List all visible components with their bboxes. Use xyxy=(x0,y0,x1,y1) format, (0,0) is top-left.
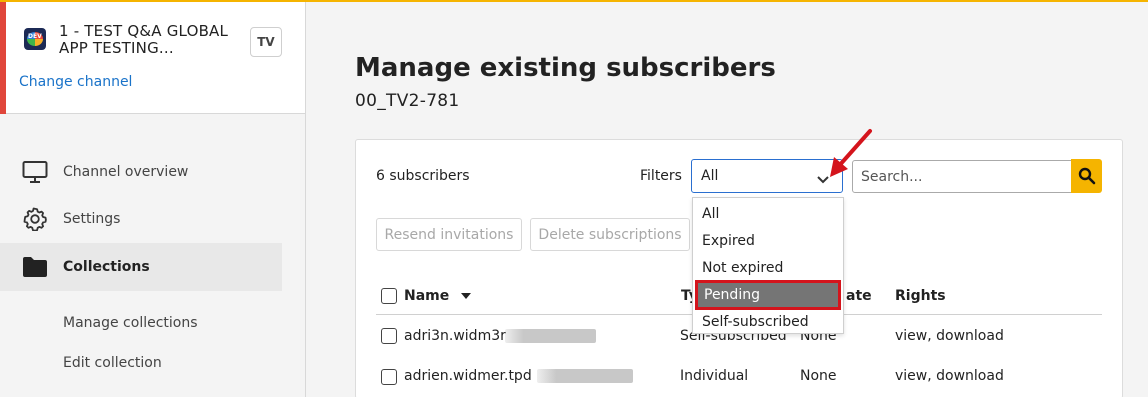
filter-option-all[interactable]: All xyxy=(693,200,843,227)
monitor-icon xyxy=(22,159,48,185)
subscriber-count: 6 subscribers xyxy=(376,168,470,184)
nav-item-channel-overview[interactable]: Channel overview xyxy=(0,148,282,196)
row-checkbox[interactable] xyxy=(381,328,397,344)
column-header-rights[interactable]: Rights xyxy=(895,288,946,304)
filter-option-self-subscribed[interactable]: Self-subscribed xyxy=(693,308,843,335)
search-button[interactable] xyxy=(1071,159,1102,193)
filter-option-not-expired[interactable]: Not expired xyxy=(693,254,843,281)
column-header-date[interactable]: ate xyxy=(846,288,872,304)
row-type: Individual xyxy=(680,368,749,384)
sub-item-edit-collection[interactable]: Edit collection xyxy=(63,355,162,371)
nav-item-collections[interactable]: Collections xyxy=(0,243,282,291)
channel-accent-bar xyxy=(0,2,6,114)
filters-label: Filters xyxy=(640,168,682,184)
channel-name: 1 - TEST Q&A GLOBAL APP TESTING... xyxy=(59,22,229,57)
filter-dropdown-list: All Expired Not expired Pending Self-sub… xyxy=(692,197,844,334)
row-checkbox[interactable] xyxy=(381,369,397,385)
filter-select-value: All xyxy=(701,168,719,184)
row-name: adrien.widmer.tpd xyxy=(404,368,532,384)
sort-down-icon xyxy=(461,293,472,299)
channel-logo-text: DEV xyxy=(28,33,42,40)
redacted-text xyxy=(505,329,596,343)
sub-item-manage-collections[interactable]: Manage collections xyxy=(63,315,198,331)
channel-type-badge: TV xyxy=(250,27,282,57)
page-title: Manage existing subscribers xyxy=(355,53,776,83)
row-name: adri3n.widm3r xyxy=(404,328,506,344)
gear-icon xyxy=(22,206,48,232)
nav-item-label: Collections xyxy=(63,259,150,275)
search-input[interactable] xyxy=(852,160,1072,193)
channel-logo-icon: DEV xyxy=(24,28,46,50)
filter-option-pending[interactable]: Pending xyxy=(695,280,841,310)
delete-subscriptions-button[interactable]: Delete subscriptions xyxy=(530,218,690,251)
sidebar: DEV 1 - TEST Q&A GLOBAL APP TESTING... T… xyxy=(0,2,306,397)
column-header-name[interactable]: Name xyxy=(404,288,472,304)
resend-invitations-button[interactable]: Resend invitations xyxy=(376,218,522,251)
column-header-name-label: Name xyxy=(404,288,450,304)
select-all-checkbox[interactable] xyxy=(381,288,397,304)
row-date: None xyxy=(800,368,837,384)
folder-icon xyxy=(22,254,48,280)
channel-card: DEV 1 - TEST Q&A GLOBAL APP TESTING... T… xyxy=(0,2,305,114)
filter-option-expired[interactable]: Expired xyxy=(693,227,843,254)
search-icon xyxy=(1078,167,1095,185)
nav-item-label: Channel overview xyxy=(63,164,189,180)
nav-item-settings[interactable]: Settings xyxy=(0,195,282,243)
row-rights: view, download xyxy=(895,368,1004,384)
redacted-text xyxy=(537,369,633,383)
nav-item-label: Settings xyxy=(63,211,121,227)
change-channel-link[interactable]: Change channel xyxy=(19,74,132,90)
page-subtitle: 00_TV2-781 xyxy=(355,91,460,111)
row-rights: view, download xyxy=(895,328,1004,344)
annotation-arrow-icon xyxy=(830,129,872,177)
